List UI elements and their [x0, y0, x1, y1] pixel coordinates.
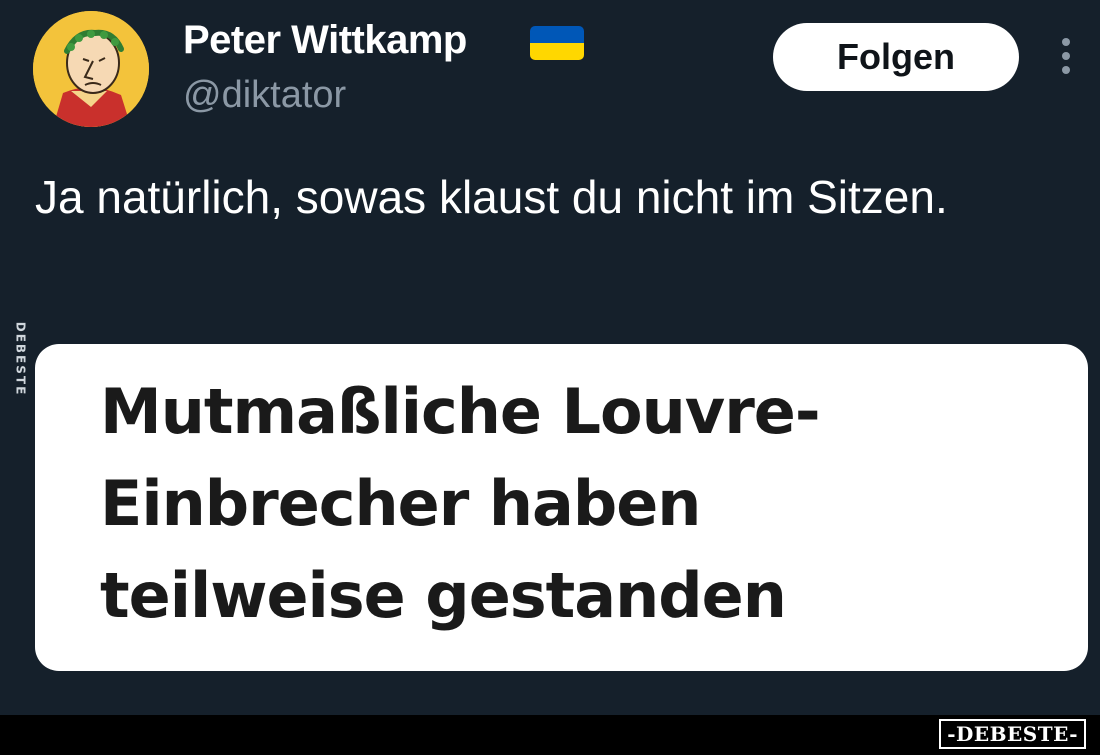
footer-watermark-logo: -DEBESTE-	[939, 719, 1086, 749]
media-image[interactable]: Mutmaßliche Louvre-Einbrecher haben teil…	[35, 344, 1088, 671]
more-vertical-icon[interactable]	[1054, 38, 1078, 78]
author-display-name[interactable]: Peter Wittkamp	[183, 18, 467, 63]
media-headline: Mutmaßliche Louvre-Einbrecher haben teil…	[100, 375, 821, 632]
dot	[1062, 66, 1070, 74]
follow-button[interactable]: Folgen	[773, 23, 1019, 91]
tweet: Peter Wittkamp @diktator Folgen Ja natür…	[0, 0, 1100, 715]
side-watermark-text: DEBESTE	[13, 321, 27, 397]
flag-stripe-blue	[530, 26, 584, 43]
author-handle[interactable]: @diktator	[183, 74, 346, 117]
flag-stripe-yellow	[530, 43, 584, 60]
caesar-caricature-icon	[33, 11, 149, 127]
footer-bar: -DEBESTE-	[0, 715, 1100, 755]
avatar[interactable]	[33, 11, 149, 127]
dot	[1062, 38, 1070, 46]
dot	[1062, 52, 1070, 60]
tweet-text: Ja natürlich, sowas klaust du nicht im S…	[35, 171, 948, 223]
side-watermark: DEBESTE	[8, 314, 32, 404]
ukraine-flag-icon	[530, 26, 584, 60]
